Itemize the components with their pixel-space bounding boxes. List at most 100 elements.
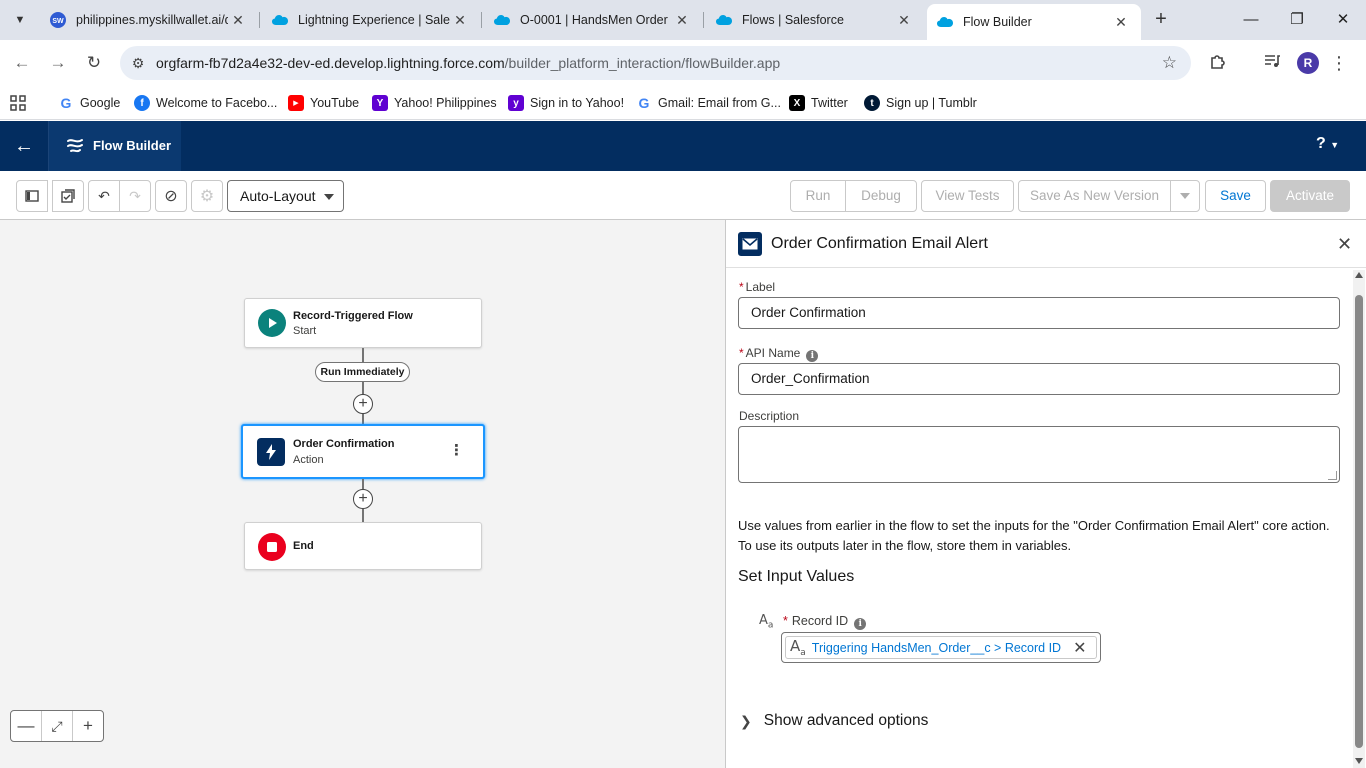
browser-tab-active[interactable]: Flow Builder ✕ [927,4,1141,40]
bookmark-label: Twitter [811,96,848,110]
back-arrow-icon[interactable]: ← [12,134,36,158]
tab-title: Flow Builder [963,15,1032,29]
minimize-button[interactable]: — [1228,8,1274,32]
browser-tab[interactable]: O-0001 | HandsMen Order | ✕ [484,4,702,36]
layout-select[interactable]: Auto-Layout [227,180,344,212]
url-path: /builder_platform_interaction/flowBuilde… [504,55,781,71]
activate-button[interactable]: Activate [1270,180,1350,212]
start-node[interactable]: Record-Triggered Flow Start [244,298,482,348]
browser-tab[interactable]: SW philippines.myskillwallet.ai/d ✕ [40,4,258,36]
end-node-title: End [293,540,314,552]
record-id-combobox[interactable]: Aa Triggering HandsMen_Order__c > Record… [781,632,1101,663]
forward-arrow-icon[interactable]: → [46,51,70,75]
bookmark-gmail[interactable]: G Gmail: Email from G... [636,92,781,114]
bookmark-label: Sign in to Yahoo! [530,96,625,110]
zoom-in-button[interactable]: + [73,711,103,741]
close-tab-icon[interactable]: ✕ [228,12,248,29]
close-tab-icon[interactable]: ✕ [672,12,692,29]
close-tab-icon[interactable]: ✕ [894,12,914,29]
address-bar[interactable]: ⚙ orgfarm-fb7d2a4e32-dev-ed.develop.ligh… [120,46,1191,80]
reload-icon[interactable]: ↻ [82,51,106,75]
plus-icon: + [358,490,368,507]
debug-button[interactable]: Debug [845,180,917,212]
tab-title: philippines.myskillwallet.ai/d [76,13,228,27]
description-field-label: Description [739,409,800,423]
bookmark-star-icon[interactable]: ☆ [1162,53,1177,73]
restore-button[interactable]: ❐ [1274,8,1320,32]
back-arrow-icon[interactable]: ← [10,51,34,75]
browser-tab[interactable]: Flows | Salesforce ✕ [706,4,924,36]
save-as-new-version-button[interactable]: Save As New Version [1018,180,1171,212]
errors-button[interactable]: ⊘ [155,180,187,212]
advanced-options-label: Show advanced options [763,712,929,729]
youtube-icon: ▶ [288,95,304,111]
extensions-icon[interactable] [1207,52,1229,74]
select-icon [61,189,75,203]
flow-builder-logo-icon [67,139,83,153]
bookmark-youtube[interactable]: ▶ YouTube [288,92,359,114]
bookmark-yahoo-ph[interactable]: Y Yahoo! Philippines [372,92,497,114]
flow-toolbar: ↶ ↷ ⊘ ⚙ Auto-Layout Run Debug View Tests… [0,171,1366,220]
label-input[interactable]: Order Confirmation [738,297,1340,329]
chevron-right-icon: ❯ [740,712,752,729]
toolbox-toggle-button[interactable] [16,180,48,212]
redo-icon: ↷ [129,187,141,204]
resource-pill-label: Triggering HandsMen_Order__c > Record ID [811,640,1062,655]
settings-button[interactable]: ⚙ [191,180,223,212]
apps-grid-icon[interactable] [10,92,26,114]
property-editor-panel: Order Confirmation Email Alert ✕ * Label … [725,220,1366,768]
help-icon: ? [1316,135,1326,152]
action-node[interactable]: Order Confirmation Action ⋮ [241,424,485,479]
app-title: Flow Builder [93,138,171,153]
site-info-icon[interactable]: ⚙ [120,55,156,72]
save-menu-button[interactable] [1170,180,1200,212]
plus-icon: + [358,395,368,412]
scroll-thumb[interactable] [1355,295,1363,748]
resource-pill[interactable]: Aa Triggering HandsMen_Order__c > Record… [785,636,1097,659]
close-tab-icon[interactable]: ✕ [450,12,470,29]
bookmark-facebook[interactable]: f Welcome to Facebo... [134,92,277,114]
bookmark-label: Yahoo! Philippines [394,96,497,110]
browser-tab[interactable]: Lightning Experience | Salesf ✕ [262,4,480,36]
bookmark-google[interactable]: G Google [58,92,121,114]
info-icon[interactable]: i [806,350,819,362]
info-icon[interactable]: i [854,618,867,630]
close-window-button[interactable]: ✕ [1320,8,1366,32]
scroll-down-icon[interactable] [1355,758,1363,764]
show-advanced-options-toggle[interactable]: ❯ Show advanced options [740,712,928,730]
media-control-icon[interactable] [1261,52,1283,74]
run-immediately-pill[interactable]: Run Immediately [315,362,410,382]
help-menu-button[interactable]: ? ▼ [1316,135,1339,153]
bookmark-twitter[interactable]: X Twitter [789,92,848,114]
bookmark-tumblr[interactable]: t Sign up | Tumblr [864,92,977,114]
remove-pill-icon[interactable]: ✕ [1073,638,1086,658]
ban-icon: ⊘ [164,188,178,205]
add-element-button[interactable]: + [353,394,373,414]
kebab-menu-icon[interactable]: ⋮ [1328,52,1350,74]
view-tests-button[interactable]: View Tests [921,180,1014,212]
description-textarea[interactable] [738,426,1340,483]
fit-view-button[interactable]: ⤢ [42,711,73,741]
zoom-out-button[interactable]: — [11,711,42,741]
panel-header: Order Confirmation Email Alert ✕ [726,220,1366,268]
save-button[interactable]: Save [1205,180,1266,212]
end-node[interactable]: End [244,522,482,570]
select-elements-button[interactable] [52,180,84,212]
new-tab-button[interactable]: + [1150,8,1172,32]
close-tab-icon[interactable]: ✕ [1111,14,1131,31]
panel-scrollbar[interactable] [1353,270,1365,768]
redo-button[interactable]: ↷ [119,180,151,212]
scroll-up-icon[interactable] [1355,272,1363,278]
add-element-button[interactable]: + [353,489,373,509]
flow-canvas[interactable]: Record-Triggered Flow Start Run Immediat… [0,220,725,768]
profile-avatar[interactable]: R [1297,52,1319,74]
resize-grip-icon[interactable] [1328,471,1337,480]
api-name-input[interactable]: Order_Confirmation [738,363,1340,395]
undo-button[interactable]: ↶ [88,180,120,212]
tab-search-button[interactable]: ▼ [8,8,32,32]
bookmark-yahoo-signin[interactable]: y Sign in to Yahoo! [508,92,624,114]
close-icon[interactable]: ✕ [1337,234,1352,255]
run-button[interactable]: Run [790,180,846,212]
more-actions-icon[interactable]: ⋮ [449,441,464,459]
bookmark-label: Google [80,96,121,110]
